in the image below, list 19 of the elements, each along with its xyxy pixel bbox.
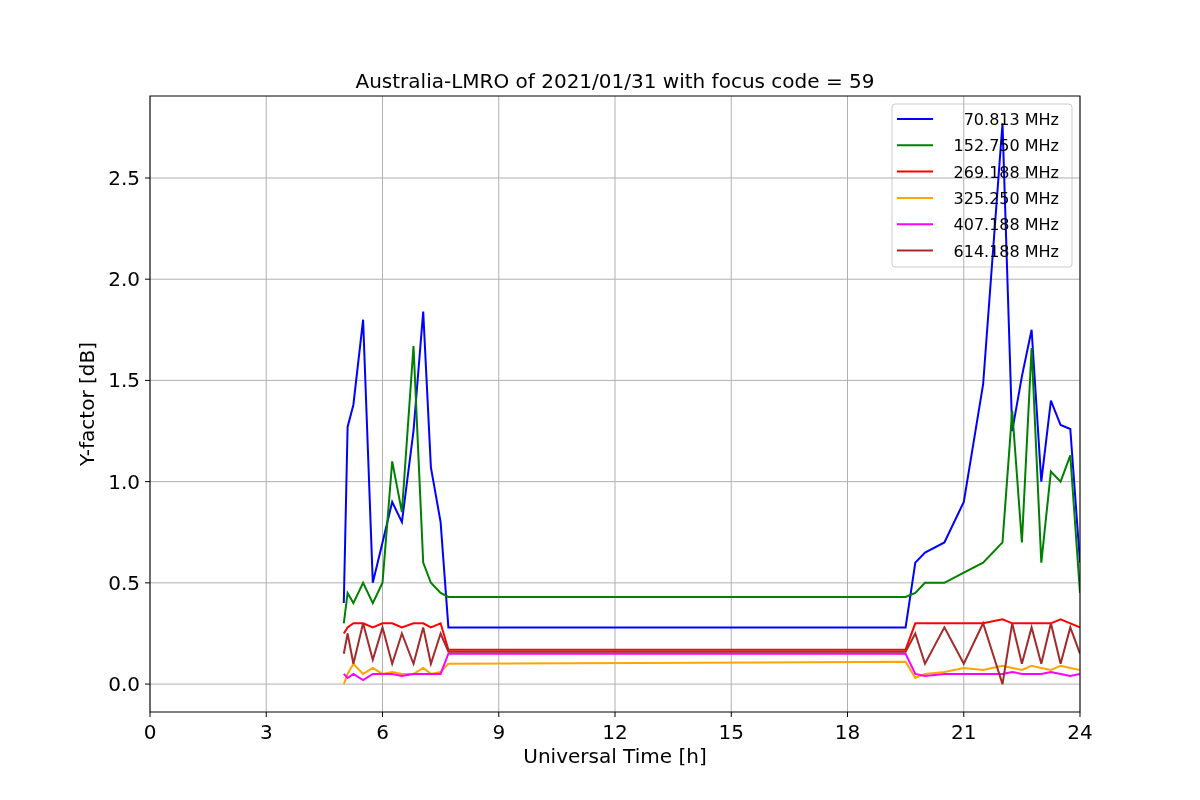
- tick-label: 1.0: [108, 469, 140, 494]
- legend-label: 70.813 MHz: [963, 110, 1059, 129]
- tick-label: 9: [492, 720, 506, 744]
- tick-label: 2.0: [108, 267, 140, 292]
- chart-title: Australia-LMRO of 2021/01/31 with focus code = 59: [355, 69, 875, 93]
- tick-label: 21: [951, 720, 977, 744]
- tick-label: 0.0: [108, 672, 140, 697]
- tick-label: 24: [1067, 720, 1093, 744]
- tick-label: 0: [143, 720, 157, 744]
- axis-title: Universal Time [h]: [523, 744, 707, 768]
- tick-label: 0.5: [108, 570, 140, 595]
- tick-label: 12: [602, 720, 628, 744]
- tick-label: 6: [376, 720, 389, 744]
- tick-label: 3: [259, 720, 273, 744]
- tick-label: 2.5: [108, 166, 140, 190]
- tick-label: 1.5: [108, 368, 140, 393]
- tick-label: 15: [718, 720, 744, 744]
- tick-label: 18: [834, 720, 861, 744]
- axis-title: Y-factor [dB]: [75, 342, 99, 466]
